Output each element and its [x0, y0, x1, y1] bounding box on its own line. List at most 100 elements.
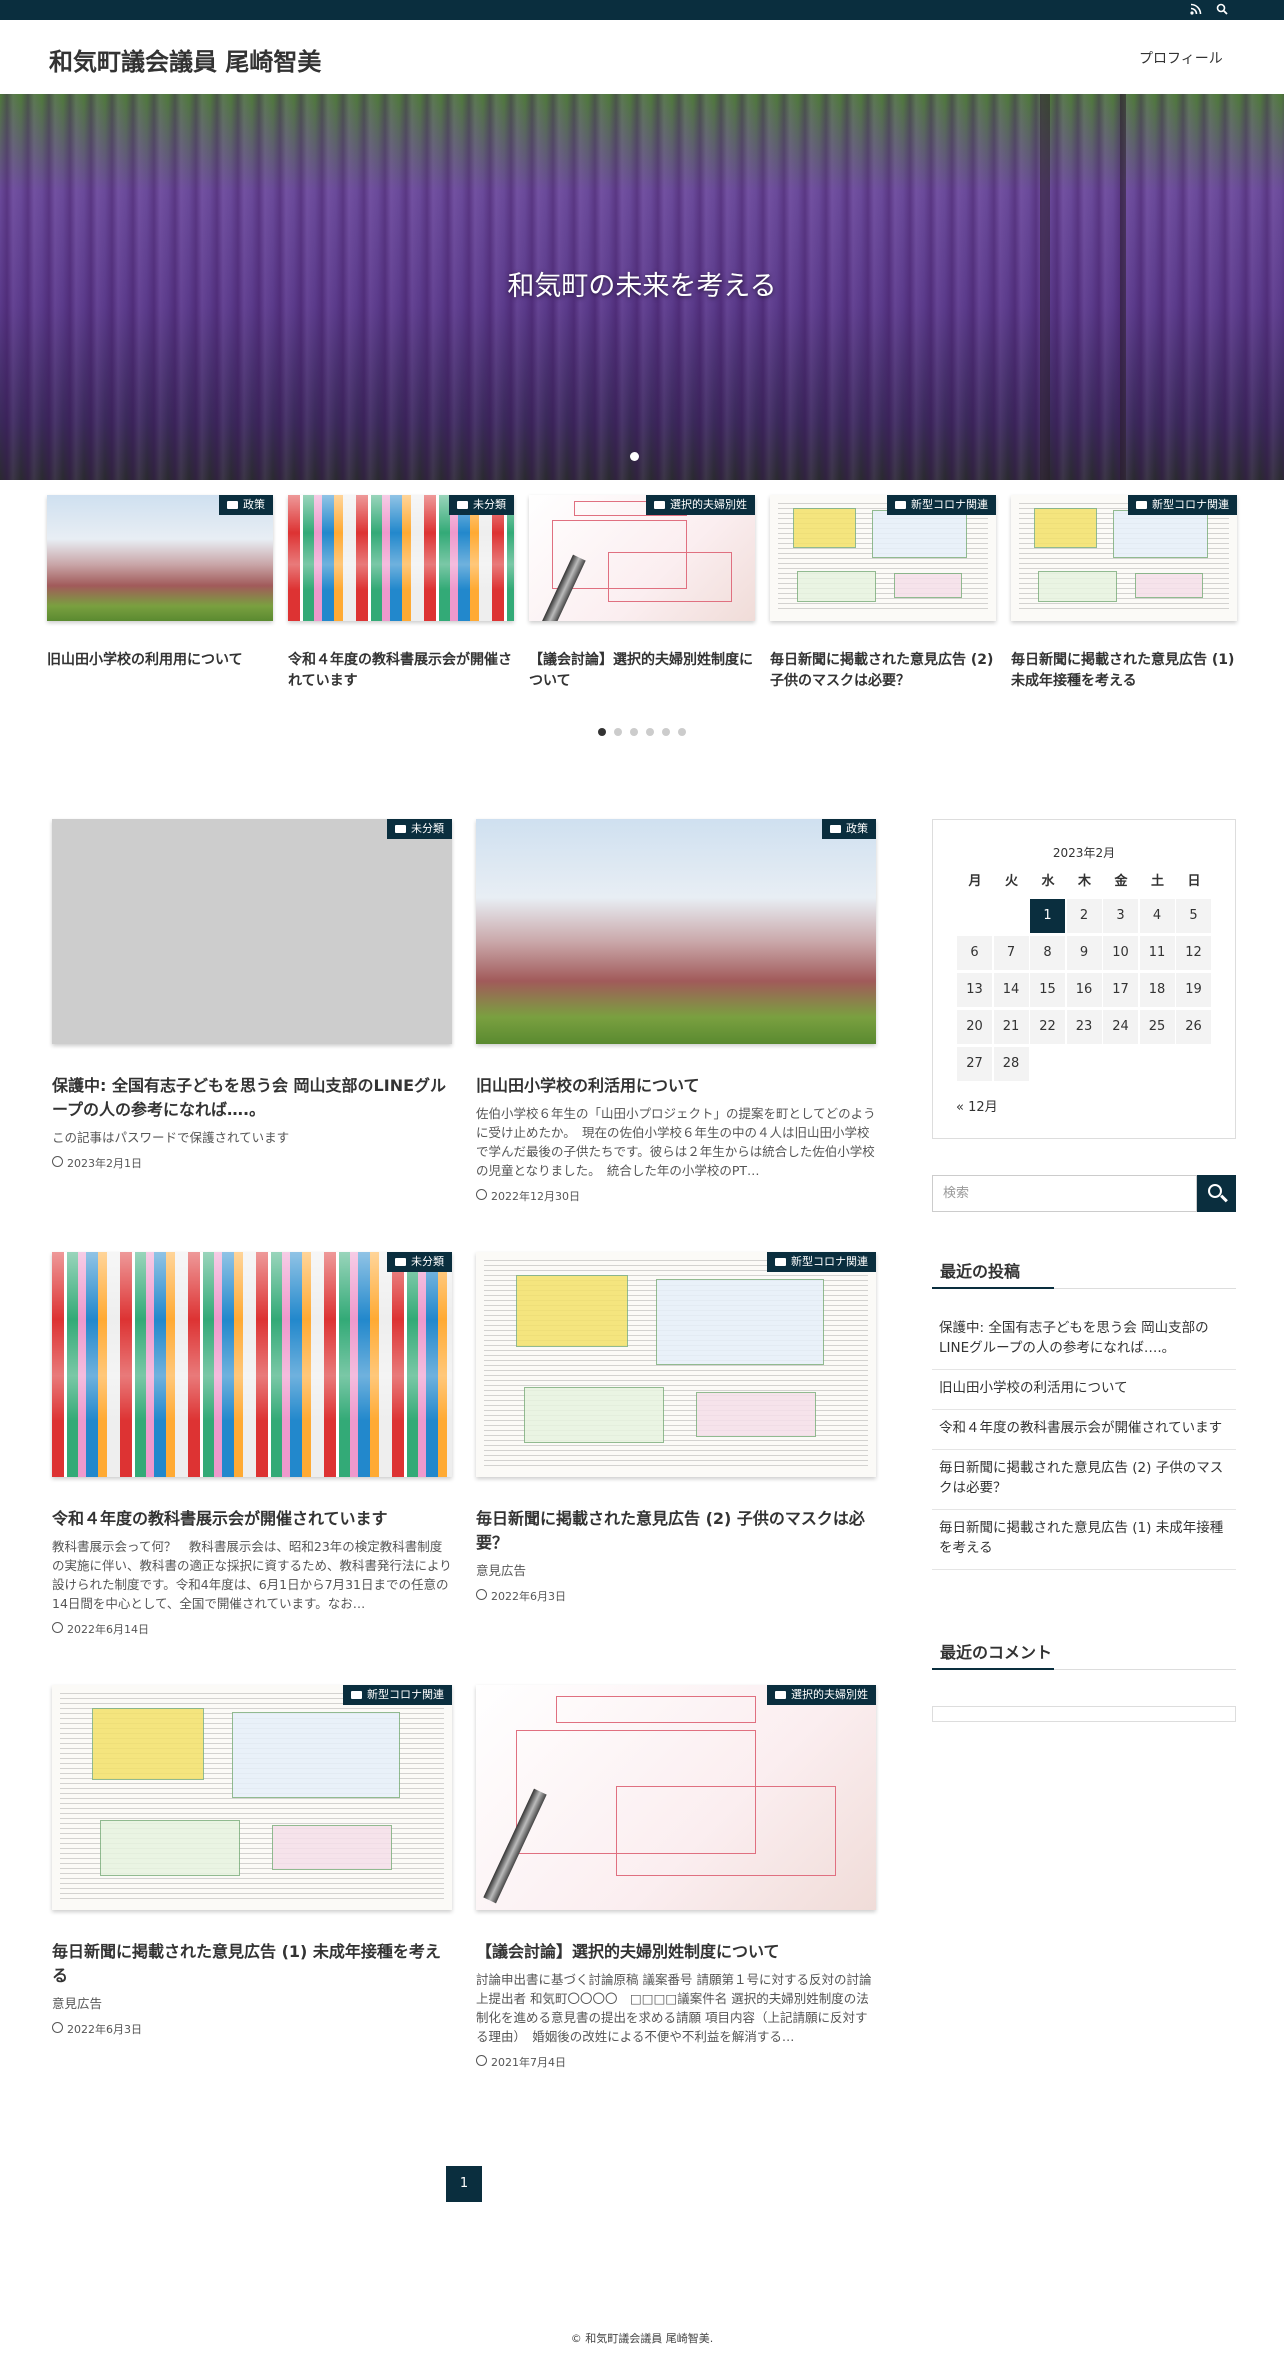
recent-post-link[interactable]: 保護中: 全国有志子どもを思う会 岡山支部のLINEグループの人の参考になれば……	[932, 1318, 1236, 1370]
newspaper-block	[696, 1391, 816, 1437]
newspaper-block	[797, 570, 877, 603]
recent-post-link[interactable]: 毎日新聞に掲載された意見広告 (2) 子供のマスクは必要？	[932, 1458, 1236, 1510]
category-badge[interactable]: 未分類	[387, 819, 452, 839]
post-excerpt: 意見広告	[52, 1996, 103, 2011]
post-title[interactable]: 令和４年度の教科書展示会が開催されています	[52, 1507, 452, 1531]
slider-dot[interactable]	[646, 728, 654, 736]
form-grid	[616, 1786, 836, 1877]
calendar-day: 27	[957, 1047, 992, 1081]
nav-item-profile[interactable]: プロフィール	[1139, 48, 1223, 68]
calendar-weekday: 土	[1150, 874, 1164, 889]
post-date: 2022年6月14日	[52, 1621, 149, 1637]
newspaper-block	[100, 1820, 240, 1877]
category-badge[interactable]: 新型コロナ関連	[1128, 495, 1237, 515]
post-title[interactable]: 【議会討論】選択的夫婦別姓制度について	[476, 1940, 876, 1964]
category-badge[interactable]: 選択的夫婦別姓	[646, 495, 755, 515]
slider-thumbnail[interactable]: 新型コロナ関連	[770, 495, 996, 621]
recent-posts-title: 最近の投稿	[940, 1262, 1021, 1281]
newspaper-block	[524, 1387, 664, 1444]
search-icon-handle	[1220, 1194, 1228, 1203]
rss-icon[interactable]	[1189, 3, 1203, 17]
divider-accent	[932, 1668, 1054, 1670]
calendar-day: 12	[1176, 936, 1211, 970]
slider-thumbnail[interactable]: 未分類	[288, 495, 514, 621]
slider-title[interactable]: 旧山田小学校の利用用について	[47, 650, 277, 671]
site-title[interactable]: 和気町議会議員 尾崎智美	[49, 42, 321, 77]
calendar-day: 1	[1030, 899, 1065, 933]
site-header: 和気町議会議員 尾崎智美 プロフィール	[0, 20, 1284, 94]
category-badge[interactable]: 新型コロナ関連	[767, 1252, 876, 1272]
calendar-day: 4	[1139, 899, 1175, 933]
calendar-weekday: 水	[1041, 874, 1055, 889]
category-badge[interactable]: 政策	[822, 819, 876, 839]
calendar-day: 2	[1066, 899, 1102, 933]
divider-accent	[932, 1287, 1054, 1289]
slider-thumbnail[interactable]: 選択的夫婦別姓	[529, 495, 755, 621]
post-thumbnail[interactable]: 未分類	[52, 819, 452, 1044]
category-badge[interactable]: 未分類	[387, 1252, 452, 1272]
slider-title[interactable]: 毎日新聞に掲載された意見広告 (2) 子供のマスクは必要？	[770, 650, 1000, 692]
calendar-day: 19	[1176, 973, 1211, 1007]
slider-dot[interactable]	[662, 728, 670, 736]
recent-comments-box	[932, 1706, 1236, 1722]
post-title[interactable]: 旧山田小学校の利活用について	[476, 1074, 876, 1098]
post-thumbnail[interactable]: 新型コロナ関連	[52, 1685, 452, 1910]
recent-post-link[interactable]: 令和４年度の教科書展示会が開催されています	[932, 1418, 1236, 1450]
newspaper-block	[656, 1279, 824, 1365]
slider-thumbnail[interactable]: 政策	[47, 495, 273, 621]
calendar-day: 10	[1103, 936, 1138, 970]
post-title[interactable]: 保護中: 全国有志子どもを思う会 岡山支部のLINEグループの人の参考になれば……	[52, 1074, 452, 1122]
post-excerpt: この記事はパスワードで保護されています	[52, 1130, 290, 1145]
pagination-current-page[interactable]: 1	[446, 2166, 482, 2202]
newspaper-block	[92, 1707, 204, 1780]
hero-slider-dot[interactable]	[630, 452, 639, 461]
category-badge[interactable]: 新型コロナ関連	[343, 1685, 452, 1705]
slider-title[interactable]: 【議会討論】選択的夫婦別姓制度について	[529, 650, 759, 692]
calendar-day: 13	[957, 973, 992, 1007]
slider-dot[interactable]	[614, 728, 622, 736]
newspaper-block	[1038, 570, 1118, 603]
post-date: 2022年6月3日	[52, 2021, 142, 2037]
search-button[interactable]	[1197, 1175, 1236, 1212]
slider-title[interactable]: 毎日新聞に掲載された意見広告 (1) 未成年接種を考える	[1011, 650, 1241, 692]
slider-dot[interactable]	[678, 728, 686, 736]
calendar-day: 18	[1139, 973, 1175, 1007]
category-badge[interactable]: 選択的夫婦別姓	[767, 1685, 876, 1705]
post-title[interactable]: 毎日新聞に掲載された意見広告 (1) 未成年接種を考える	[52, 1940, 452, 1988]
search-input[interactable]: 検索	[932, 1175, 1197, 1212]
calendar-prev-link[interactable]: « 12月	[956, 1096, 998, 1115]
post-thumbnail[interactable]: 新型コロナ関連	[476, 1252, 876, 1477]
calendar-day: 5	[1176, 899, 1211, 933]
slider-title[interactable]: 令和４年度の教科書展示会が開催されています	[288, 650, 518, 692]
slider-dot[interactable]	[630, 728, 638, 736]
slider-thumbnail[interactable]: 新型コロナ関連	[1011, 495, 1237, 621]
category-badge[interactable]: 新型コロナ関連	[887, 495, 996, 515]
slider-dot[interactable]	[598, 728, 606, 736]
calendar-widget: 2023年2月 月火水木金土日 1 2 3 4 5 6 7 8 9 10 11 12 13 14 15 16 17…	[932, 819, 1236, 1139]
calendar-day: 23	[1066, 1010, 1102, 1044]
post-thumbnail[interactable]: 選択的夫婦別姓	[476, 1685, 876, 1910]
calendar-day: 25	[1139, 1010, 1175, 1044]
calendar-day: 20	[957, 1010, 992, 1044]
recent-post-link[interactable]: 旧山田小学校の利活用について	[932, 1378, 1236, 1410]
calendar-weekday: 金	[1114, 874, 1128, 889]
recent-post-link[interactable]: 毎日新聞に掲載された意見広告 (1) 未成年接種を考える	[932, 1518, 1236, 1570]
category-badge[interactable]: 政策	[219, 495, 273, 515]
post-excerpt: 討論申出書に基づく討論原稿 議案番号 請願第１号に対する反対の討論上提出者 和気…	[476, 1972, 872, 2044]
hero-caption: 和気町の未来を考える	[507, 271, 777, 302]
newspaper-block	[792, 507, 856, 548]
top-bar	[0, 0, 1284, 20]
post-date: 2021年7月4日	[476, 2054, 566, 2070]
calendar-day: 22	[1030, 1010, 1065, 1044]
category-badge[interactable]: 未分類	[449, 495, 514, 515]
post-title[interactable]: 毎日新聞に掲載された意見広告 (2) 子供のマスクは必要？	[476, 1507, 876, 1555]
recent-comments-title: 最近のコメント	[940, 1643, 1053, 1662]
hero-banner: 和気町の未来を考える	[0, 94, 1284, 480]
post-date: 2022年12月30日	[476, 1188, 580, 1204]
newspaper-block	[1033, 507, 1097, 548]
calendar-day: 3	[1103, 899, 1138, 933]
post-thumbnail[interactable]: 未分類	[52, 1252, 452, 1477]
search-icon[interactable]	[1215, 3, 1229, 17]
newspaper-block	[232, 1712, 400, 1798]
post-thumbnail[interactable]: 政策	[476, 819, 876, 1044]
